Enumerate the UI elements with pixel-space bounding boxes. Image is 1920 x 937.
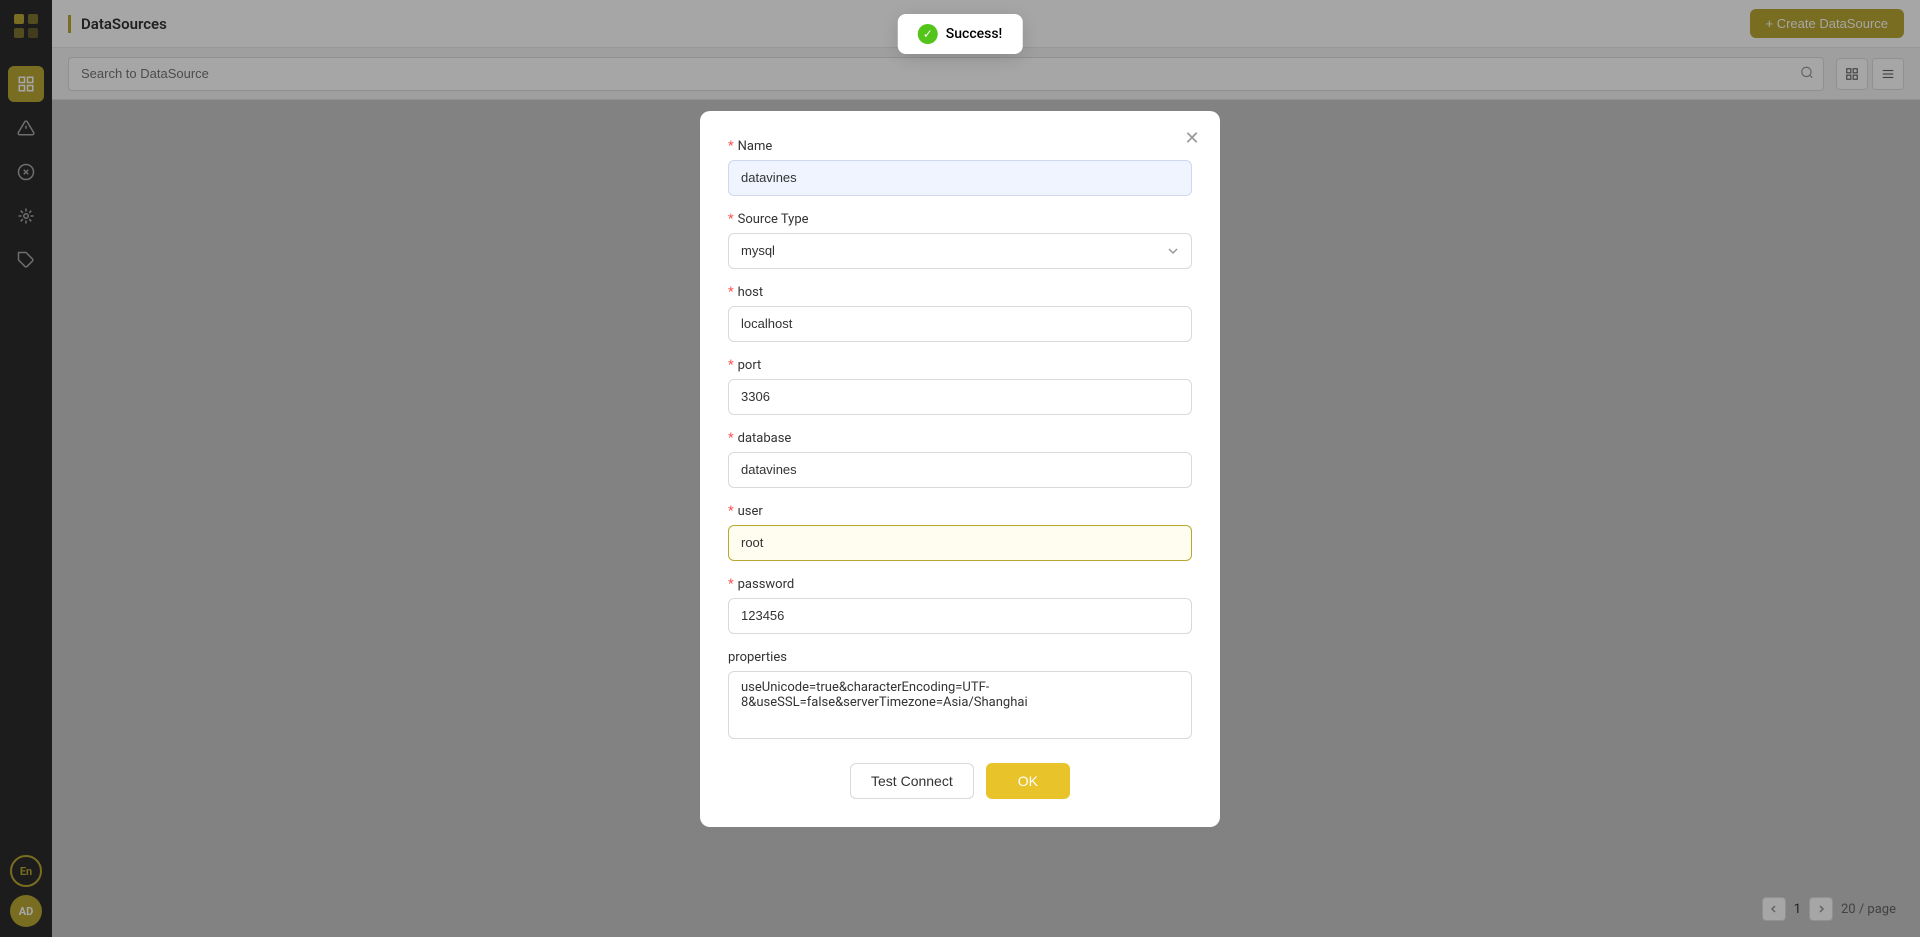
name-field-group: * Name bbox=[728, 139, 1192, 196]
name-label: * Name bbox=[728, 139, 1192, 154]
port-input[interactable] bbox=[728, 379, 1192, 415]
properties-field-group: properties useUnicode=true&characterEnco… bbox=[728, 650, 1192, 743]
password-field-group: * password bbox=[728, 577, 1192, 634]
host-required-star: * bbox=[728, 285, 734, 300]
close-icon[interactable]: ✕ bbox=[1180, 127, 1204, 151]
password-required-star: * bbox=[728, 577, 734, 592]
success-icon: ✓ bbox=[918, 24, 938, 44]
test-connect-button[interactable]: Test Connect bbox=[850, 763, 974, 799]
database-required-star: * bbox=[728, 431, 734, 446]
datasource-modal: ✕ * Name * Source Type mysql postgresql … bbox=[700, 111, 1220, 827]
password-label: * password bbox=[728, 577, 1192, 592]
success-toast: ✓ Success! bbox=[898, 14, 1023, 54]
database-field-group: * database bbox=[728, 431, 1192, 488]
port-label: * port bbox=[728, 358, 1192, 373]
host-input[interactable] bbox=[728, 306, 1192, 342]
user-input[interactable] bbox=[728, 525, 1192, 561]
source-type-label: * Source Type bbox=[728, 212, 1192, 227]
user-required-star: * bbox=[728, 504, 734, 519]
port-required-star: * bbox=[728, 358, 734, 373]
modal-overlay: ✕ * Name * Source Type mysql postgresql … bbox=[0, 0, 1920, 937]
user-label: * user bbox=[728, 504, 1192, 519]
properties-textarea[interactable]: useUnicode=true&characterEncoding=UTF-8&… bbox=[728, 671, 1192, 739]
source-type-select-wrap: mysql postgresql oracle sqlserver bbox=[728, 233, 1192, 269]
modal-footer: Test Connect OK bbox=[728, 763, 1192, 799]
port-field-group: * port bbox=[728, 358, 1192, 415]
name-required-star: * bbox=[728, 139, 734, 154]
database-label: * database bbox=[728, 431, 1192, 446]
source-type-select[interactable]: mysql postgresql oracle sqlserver bbox=[728, 233, 1192, 269]
database-input[interactable] bbox=[728, 452, 1192, 488]
host-label: * host bbox=[728, 285, 1192, 300]
source-type-field-group: * Source Type mysql postgresql oracle sq… bbox=[728, 212, 1192, 269]
source-type-required-star: * bbox=[728, 212, 734, 227]
ok-button[interactable]: OK bbox=[986, 763, 1070, 799]
password-input[interactable] bbox=[728, 598, 1192, 634]
name-input[interactable] bbox=[728, 160, 1192, 196]
host-field-group: * host bbox=[728, 285, 1192, 342]
properties-label: properties bbox=[728, 650, 1192, 665]
toast-message: Success! bbox=[946, 26, 1003, 42]
user-field-group: * user bbox=[728, 504, 1192, 561]
